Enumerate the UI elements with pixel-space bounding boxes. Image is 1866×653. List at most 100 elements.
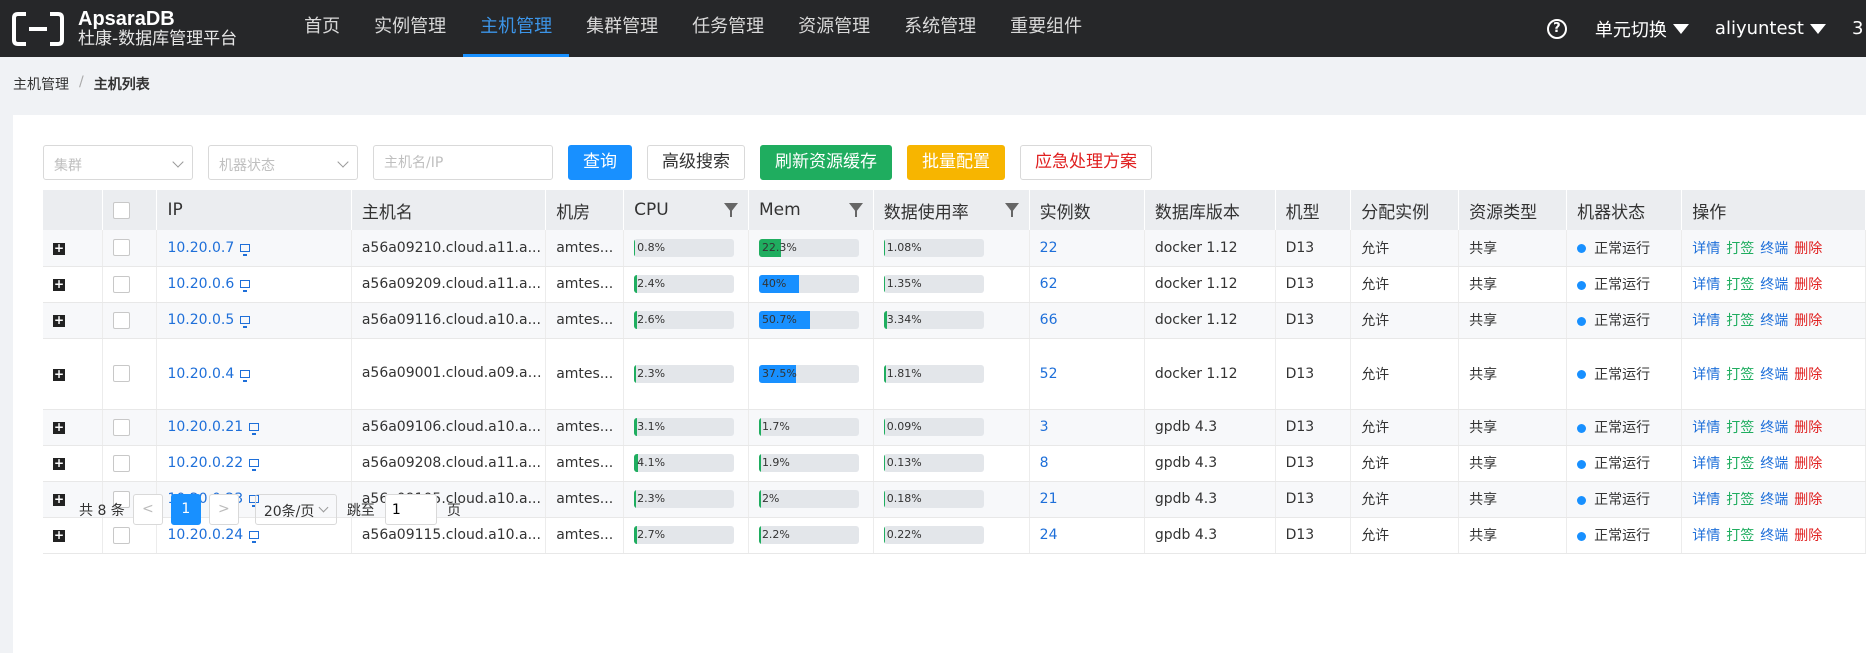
column-header-9[interactable]: 分配实例 xyxy=(1350,190,1460,230)
tag-link[interactable]: 打签 xyxy=(1726,313,1754,329)
column-header-2[interactable]: 机房 xyxy=(545,190,625,230)
column-header-10[interactable]: 资源类型 xyxy=(1458,190,1568,230)
detail-link[interactable]: 详情 xyxy=(1692,528,1720,544)
row-checkbox[interactable] xyxy=(113,311,131,329)
detail-link[interactable]: 详情 xyxy=(1692,241,1720,257)
unit-switch-dropdown[interactable]: 单元切换 xyxy=(1595,16,1689,42)
instance-count-link[interactable]: 52 xyxy=(1040,366,1058,382)
refresh-cache-button[interactable]: 刷新资源缓存 xyxy=(760,145,892,180)
ip-link[interactable]: 10.20.0.5 xyxy=(167,312,234,328)
user-dropdown[interactable]: aliyuntest xyxy=(1715,18,1826,39)
delete-link[interactable]: 删除 xyxy=(1794,456,1822,472)
detail-link[interactable]: 详情 xyxy=(1692,367,1720,383)
terminal-link[interactable]: 终端 xyxy=(1760,313,1788,329)
nav-item-5[interactable]: 资源管理 xyxy=(781,0,887,57)
column-header-6[interactable]: 实例数 xyxy=(1029,190,1145,230)
column-header-8[interactable]: 机型 xyxy=(1275,190,1352,230)
delete-link[interactable]: 删除 xyxy=(1794,492,1822,508)
filter-icon[interactable] xyxy=(723,203,738,217)
status-select[interactable]: 机器状态 xyxy=(208,145,358,180)
row-checkbox[interactable] xyxy=(113,454,131,472)
monitor-icon[interactable] xyxy=(240,369,251,382)
expand-plus-icon[interactable]: + xyxy=(53,278,65,291)
detail-link[interactable]: 详情 xyxy=(1692,313,1720,329)
row-checkbox[interactable] xyxy=(113,418,131,436)
nav-item-4[interactable]: 任务管理 xyxy=(675,0,781,57)
expand-plus-icon[interactable]: + xyxy=(53,242,65,255)
filter-icon[interactable] xyxy=(1004,203,1019,217)
truncated-menu[interactable]: 3 xyxy=(1852,18,1866,39)
delete-link[interactable]: 删除 xyxy=(1794,367,1822,383)
terminal-link[interactable]: 终端 xyxy=(1760,241,1788,257)
nav-item-0[interactable]: 首页 xyxy=(287,0,357,57)
tag-link[interactable]: 打签 xyxy=(1726,528,1754,544)
delete-link[interactable]: 删除 xyxy=(1794,313,1822,329)
row-checkbox[interactable] xyxy=(113,365,131,382)
detail-link[interactable]: 详情 xyxy=(1692,277,1720,293)
column-header-7[interactable]: 数据库版本 xyxy=(1144,190,1276,230)
instance-count-link[interactable]: 62 xyxy=(1040,276,1058,292)
terminal-link[interactable]: 终端 xyxy=(1760,367,1788,383)
detail-link[interactable]: 详情 xyxy=(1692,492,1720,508)
expand-plus-icon[interactable]: + xyxy=(53,368,65,381)
breadcrumb-parent[interactable]: 主机管理 xyxy=(13,74,69,94)
row-checkbox[interactable] xyxy=(113,526,131,544)
expand-plus-icon[interactable]: + xyxy=(53,421,65,434)
instance-count-link[interactable]: 8 xyxy=(1040,455,1049,471)
column-header-11[interactable]: 机器状态 xyxy=(1566,190,1683,230)
delete-link[interactable]: 删除 xyxy=(1794,241,1822,257)
detail-link[interactable]: 详情 xyxy=(1692,456,1720,472)
terminal-link[interactable]: 终端 xyxy=(1760,277,1788,293)
column-header-1[interactable]: 主机名 xyxy=(351,190,547,230)
detail-link[interactable]: 详情 xyxy=(1692,420,1720,436)
batch-config-button[interactable]: 批量配置 xyxy=(907,145,1005,180)
tag-link[interactable]: 打签 xyxy=(1726,492,1754,508)
ip-link[interactable]: 10.20.0.7 xyxy=(167,240,234,256)
nav-item-7[interactable]: 重要组件 xyxy=(993,0,1099,57)
ip-link[interactable]: 10.20.0.6 xyxy=(167,276,234,292)
monitor-icon[interactable] xyxy=(240,280,251,292)
instance-count-link[interactable]: 22 xyxy=(1040,240,1058,256)
delete-link[interactable]: 删除 xyxy=(1794,528,1822,544)
emergency-plan-button[interactable]: 应急处理方案 xyxy=(1020,145,1152,180)
tag-link[interactable]: 打签 xyxy=(1726,277,1754,293)
monitor-icon[interactable] xyxy=(249,531,260,543)
nav-item-2[interactable]: 主机管理 xyxy=(463,0,570,57)
prev-page-button[interactable]: < xyxy=(132,494,163,525)
expand-plus-icon[interactable]: + xyxy=(53,314,65,327)
filter-icon[interactable] xyxy=(848,203,863,217)
column-header-3[interactable]: CPU xyxy=(623,190,749,230)
ip-link[interactable]: 10.20.0.21 xyxy=(167,419,243,435)
page-size-select[interactable]: 20条/页 xyxy=(254,494,337,525)
terminal-link[interactable]: 终端 xyxy=(1760,420,1788,436)
monitor-icon[interactable] xyxy=(249,459,260,471)
ip-link[interactable]: 10.20.0.24 xyxy=(167,527,243,543)
terminal-link[interactable]: 终端 xyxy=(1760,492,1788,508)
monitor-icon[interactable] xyxy=(240,243,251,256)
tag-link[interactable]: 打签 xyxy=(1726,367,1754,383)
tag-link[interactable]: 打签 xyxy=(1726,456,1754,472)
cluster-select[interactable]: 集群 xyxy=(43,145,193,180)
instance-count-link[interactable]: 3 xyxy=(1040,419,1049,435)
ip-link[interactable]: 10.20.0.4 xyxy=(167,366,234,382)
instance-count-link[interactable]: 24 xyxy=(1040,527,1058,543)
instance-count-link[interactable]: 66 xyxy=(1040,312,1058,328)
column-header-4[interactable]: Mem xyxy=(748,190,874,230)
select-all-checkbox[interactable] xyxy=(113,201,131,219)
terminal-link[interactable]: 终端 xyxy=(1760,456,1788,472)
page-1-button[interactable]: 1 xyxy=(170,494,201,525)
nav-item-6[interactable]: 系统管理 xyxy=(887,0,993,57)
column-header-12[interactable]: 操作 xyxy=(1681,190,1866,230)
column-header-5[interactable]: 数据使用率 xyxy=(873,190,1030,230)
row-checkbox[interactable] xyxy=(113,239,131,257)
tag-link[interactable]: 打签 xyxy=(1726,241,1754,257)
nav-item-3[interactable]: 集群管理 xyxy=(569,0,675,57)
ip-link[interactable]: 10.20.0.22 xyxy=(167,455,243,471)
query-button[interactable]: 查询 xyxy=(568,145,632,180)
hostname-ip-input[interactable] xyxy=(373,145,553,180)
monitor-icon[interactable] xyxy=(240,316,251,328)
jump-page-input[interactable] xyxy=(384,494,437,525)
monitor-icon[interactable] xyxy=(249,423,260,435)
help-icon[interactable]: ? xyxy=(1546,18,1567,39)
expand-plus-icon[interactable]: + xyxy=(53,493,65,506)
